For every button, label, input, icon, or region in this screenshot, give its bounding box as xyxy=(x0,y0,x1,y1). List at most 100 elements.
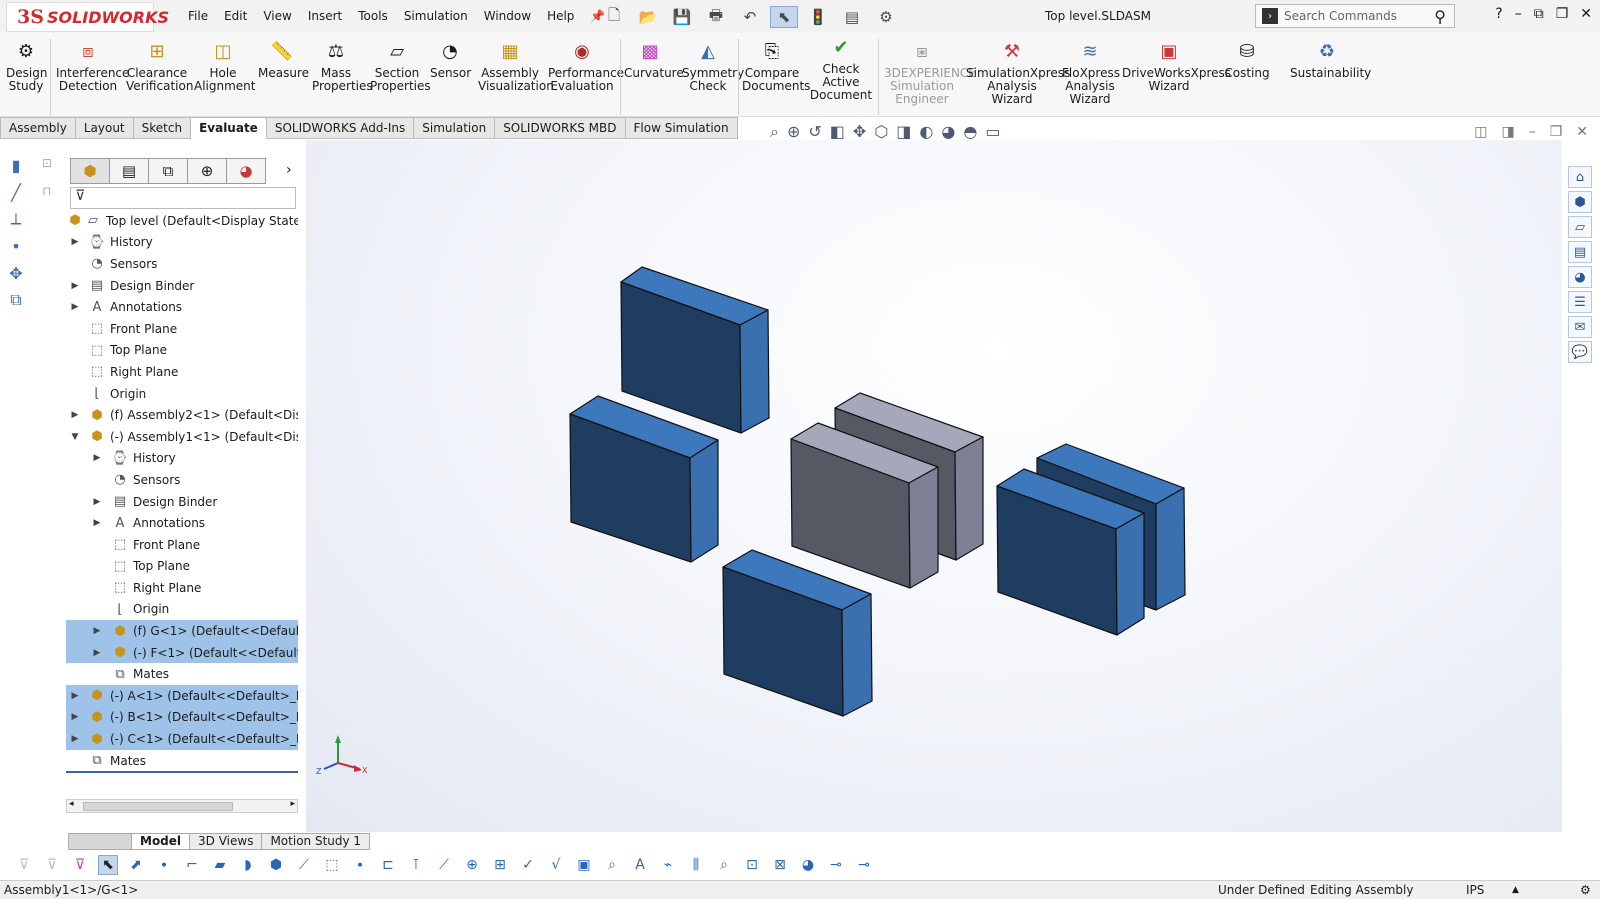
costing-button[interactable]: ⛁ Costing xyxy=(1222,39,1272,80)
save-icon[interactable]: 💾 xyxy=(668,6,696,28)
simulationxpress-button[interactable]: ⚒ SimulationXpress Analysis Wizard xyxy=(966,39,1070,106)
filter-surface-finish-icon[interactable]: ✓ xyxy=(518,855,538,875)
tile-right-icon[interactable]: ◨ xyxy=(1501,124,1514,140)
search-icon[interactable]: ⚲ xyxy=(1434,7,1446,26)
file-properties-icon[interactable]: ▤ xyxy=(838,6,866,28)
toggle-filter-icon[interactable]: ⊽ xyxy=(14,855,34,875)
filter-geometric-tolerance-icon[interactable]: √ xyxy=(546,855,566,875)
point-icon[interactable]: • xyxy=(4,234,28,258)
mates-icon[interactable]: ⧉ xyxy=(4,288,28,312)
dynamic-annotation-icon[interactable]: ✥ xyxy=(853,122,866,142)
expand-icon[interactable]: ▶ xyxy=(70,237,80,247)
filter-axes-icon[interactable]: ⟋ xyxy=(294,855,314,875)
view-orientation-icon[interactable]: ⬡ xyxy=(874,122,888,142)
viewport-restore-button[interactable]: ❐ xyxy=(1550,124,1563,140)
expand-icon[interactable]: ▶ xyxy=(70,734,80,744)
tree-item-sub-sensors[interactable]: ◔ Sensors xyxy=(66,469,298,491)
menu-view[interactable]: View xyxy=(255,9,299,23)
tree-item-right-plane[interactable]: ⬚ Right Plane xyxy=(66,361,298,383)
filter-centerline-icon[interactable]: ⊕ xyxy=(462,855,482,875)
filter-surface-bodies-icon[interactable]: ◗ xyxy=(238,855,258,875)
scroll-left-icon[interactable]: ◂ xyxy=(69,799,74,809)
filter-dimensions-icon[interactable]: ⊞ xyxy=(490,855,510,875)
dimxpert-tab-icon[interactable]: ⊕ xyxy=(187,158,227,184)
filter-datum-target-icon[interactable]: ⌁ xyxy=(658,855,678,875)
select-all-filters-icon[interactable]: ⊽ xyxy=(70,855,90,875)
menu-window[interactable]: Window xyxy=(476,9,539,23)
previous-view-icon[interactable]: ↺ xyxy=(808,122,821,142)
tree-item-sub-history[interactable]: ▶ ⌚ History xyxy=(66,448,298,470)
tree-item-annotations[interactable]: ▶ A Annotations xyxy=(66,296,298,318)
tree-item-top-plane[interactable]: ⬚ Top Plane xyxy=(66,340,298,362)
filter-edges-icon[interactable]: ⌐ xyxy=(182,855,202,875)
restore-layout-button[interactable]: ⧉ xyxy=(1534,6,1544,22)
tree-item-front-plane[interactable]: ⬚ Front Plane xyxy=(66,318,298,340)
tile-left-icon[interactable]: ◫ xyxy=(1474,124,1487,140)
menu-insert[interactable]: Insert xyxy=(300,9,350,23)
tree-item-sub-front-plane[interactable]: ⬚ Front Plane xyxy=(66,534,298,556)
tree-item-origin[interactable]: ⌊ Origin xyxy=(66,383,298,405)
tree-item-sub-design-binder[interactable]: ▶ ▤ Design Binder xyxy=(66,491,298,513)
block-bottom[interactable] xyxy=(722,549,873,717)
filter-planes-icon[interactable]: ⬚ xyxy=(322,855,342,875)
expand-icon[interactable]: ▶ xyxy=(92,626,102,636)
tab-motion-study[interactable]: Motion Study 1 xyxy=(262,833,371,850)
apply-scene-icon[interactable]: ◓ xyxy=(963,122,977,142)
chevron-right-icon[interactable]: › xyxy=(286,162,292,178)
design-library-icon[interactable]: ▱ xyxy=(1568,216,1592,238)
help-icon[interactable]: ? xyxy=(1495,6,1502,22)
curvature-button[interactable]: ▩ Curvature xyxy=(624,39,684,80)
tab-model[interactable]: Model xyxy=(132,833,191,850)
filter-routing-points-icon[interactable]: ◕ xyxy=(798,855,818,875)
mass-properties-button[interactable]: ⚖ Mass Properties xyxy=(312,39,373,93)
forum-icon[interactable]: ✉ xyxy=(1568,316,1592,338)
filter-icon[interactable]: ⊽ xyxy=(70,187,296,209)
status-units[interactable]: IPS xyxy=(1466,883,1484,897)
tree-item-sub-right-plane[interactable]: ⬚ Right Plane xyxy=(66,577,298,599)
tree-item-part-c[interactable]: ▶ ⬢(-) C<1> (Default<<Default>_Displa xyxy=(66,728,298,750)
line-icon[interactable]: ╱ xyxy=(4,180,28,204)
tree-item-sub-origin[interactable]: ⌊ Origin xyxy=(66,599,298,621)
status-settings-icon[interactable]: ⚙ xyxy=(1580,883,1591,897)
expand-icon[interactable]: ▶ xyxy=(92,518,102,528)
display-style-icon[interactable]: ◨ xyxy=(896,122,911,142)
compare-documents-button[interactable]: ⎘ Compare Documents xyxy=(742,39,810,93)
select-icon[interactable]: ⬉ xyxy=(770,6,798,28)
check-active-document-button[interactable]: ✔ Check Active Document xyxy=(808,35,874,102)
filter-cosmetic-threads-icon[interactable]: ⫼ xyxy=(686,855,706,875)
options-gear-icon[interactable]: ⚙ xyxy=(872,6,900,28)
tree-item-part-g[interactable]: ▶ ⬢(f) G<1> (Default<<Default>_D xyxy=(66,620,298,642)
expand-icon[interactable]: ▶ xyxy=(70,712,80,722)
filter-mesh-facets-icon[interactable]: ⊸ xyxy=(826,855,846,875)
hide-show-items-icon[interactable]: ◐ xyxy=(919,122,933,142)
filter-faces-icon[interactable]: ▰ xyxy=(210,855,230,875)
viewport-close-button[interactable]: ✕ xyxy=(1576,124,1588,140)
hole-alignment-button[interactable]: ◫ Hole Alignment xyxy=(194,39,255,93)
viewport-minimize-button[interactable]: – xyxy=(1529,124,1536,140)
undo-icon[interactable]: ↶ xyxy=(736,6,764,28)
filter-connection-points-icon[interactable]: ⊠ xyxy=(770,855,790,875)
filter-notes-icon[interactable]: ▣ xyxy=(574,855,594,875)
rebuild-icon[interactable]: 🚦 xyxy=(804,6,832,28)
section-view-icon[interactable]: ◧ xyxy=(830,122,845,142)
tree-item-part-b[interactable]: ▶ ⬢(-) B<1> (Default<<Default>_Displa xyxy=(66,706,298,729)
tree-item-sub-annotations[interactable]: ▶ A Annotations xyxy=(66,512,298,534)
filter-vertices-icon[interactable]: ∙ xyxy=(154,855,174,875)
zoom-to-fit-icon[interactable]: ⌕ xyxy=(770,122,779,142)
zoom-to-area-icon[interactable]: ⊕ xyxy=(787,122,800,142)
driveworksxpress-button[interactable]: ▣ DriveWorksXpress Wizard xyxy=(1122,39,1231,93)
collapse-icon[interactable]: ▼ xyxy=(70,432,80,442)
tree-item-history[interactable]: ▶ ⌚ History xyxy=(66,232,298,254)
tab-solidworks-mbd[interactable]: SOLIDWORKS MBD xyxy=(495,117,626,139)
expand-icon[interactable]: ▶ xyxy=(70,302,80,312)
filter-center-marks-icon[interactable]: ⟋ xyxy=(434,855,454,875)
sustainability-button[interactable]: ♻ Sustainability xyxy=(1290,39,1371,80)
graphics-area[interactable] xyxy=(306,140,1562,832)
tree-horizontal-scrollbar[interactable]: ◂ ▸ xyxy=(66,799,298,813)
clearance-verification-button[interactable]: ⊞ Clearance Verification xyxy=(126,39,193,93)
design-study-button[interactable]: ⚙ Design Study xyxy=(6,39,47,93)
menu-tools[interactable]: Tools xyxy=(350,9,396,23)
select-arrow-icon[interactable]: ⬉ xyxy=(98,855,118,875)
edit-appearance-icon[interactable]: ◕ xyxy=(941,122,955,142)
assembly-visualization-button[interactable]: ▦ Assembly Visualization xyxy=(478,39,554,93)
